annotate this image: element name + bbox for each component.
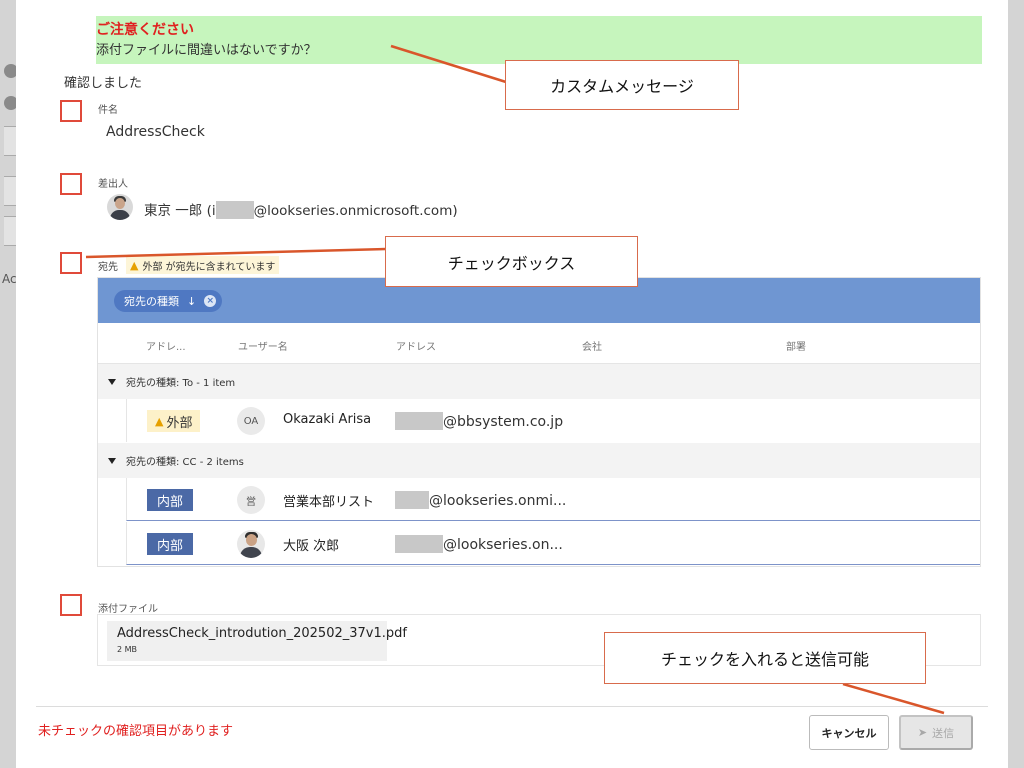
send-button[interactable]: ➤ 送信	[899, 715, 973, 750]
collapse-triangle-icon[interactable]	[108, 378, 116, 385]
recipient-name: 営業本部リスト	[283, 495, 375, 510]
recipient-address: @lookseries.onmi...	[395, 491, 566, 509]
masked-text	[395, 535, 443, 553]
callout-checkbox: チェックボックス	[385, 236, 638, 287]
sender-name: 東京 一郎 (i	[144, 203, 216, 219]
column-header-company[interactable]: 会社	[582, 338, 602, 353]
warning-message: 添付ファイルに間違いはないですか？	[96, 43, 317, 58]
avatar-head	[115, 198, 125, 209]
confirmed-label: 確認しました	[64, 76, 143, 91]
column-header-username[interactable]: ユーザー名	[238, 338, 288, 353]
recipient-address-suffix: @bbsystem.co.jp	[443, 414, 564, 430]
avatar-body	[240, 547, 262, 558]
column-header-address[interactable]: アドレス	[396, 338, 436, 353]
recipients-header: 宛先 ▲ 外部 が宛先に含まれています	[98, 256, 280, 274]
subject-value: AddressCheck	[106, 124, 205, 140]
callout-send-enabled: チェックを入れると送信可能	[604, 632, 926, 684]
table-row[interactable]: 内部 営 営業本部リスト @lookseries.onmi...	[126, 478, 980, 521]
recipient-name: Okazaki Arisa	[283, 412, 372, 427]
warning-triangle-icon: ▲	[130, 258, 139, 272]
avatar-body	[110, 210, 130, 220]
group-by-chip-label: 宛先の種類	[124, 295, 179, 308]
attachment-file-chip[interactable]: AddressCheck_introdution_202502_37v1.pdf…	[107, 621, 407, 661]
sender-checkbox[interactable]	[60, 173, 82, 195]
recipients-table: 宛先の種類 ↓ × アドレ... ユーザー名 アドレス 会社 部署 宛先の種類:…	[97, 277, 981, 567]
send-arrow-icon: ➤	[917, 727, 928, 739]
recipients-label: 宛先	[98, 261, 118, 273]
remove-group-icon[interactable]: ×	[204, 295, 217, 307]
recipients-checkbox[interactable]	[60, 252, 82, 274]
avatar-head	[246, 534, 257, 546]
background-app-right	[1008, 0, 1024, 768]
group-by-chip[interactable]: 宛先の種類 ↓ ×	[114, 290, 223, 312]
badge-label: 内部	[157, 538, 184, 554]
attachments-label: 添付ファイル	[98, 604, 158, 615]
column-header-type[interactable]: アドレ...	[146, 338, 186, 353]
recipient-name: 大阪 次郎	[283, 539, 340, 554]
sender-avatar	[107, 194, 133, 220]
masked-text	[395, 491, 429, 509]
background-text: Ac	[2, 272, 17, 286]
subject-checkbox[interactable]	[60, 100, 82, 122]
warning-triangle-icon: ▲	[155, 414, 164, 428]
table-row[interactable]: ▲ 外部 OA Okazaki Arisa @bbsystem.co.jp	[126, 399, 980, 442]
attachment-file-name: AddressCheck_introdution_202502_37v1.pdf	[117, 626, 407, 641]
sender-email: @lookseries.onmicrosoft.com)	[253, 203, 458, 219]
attachment-file-size: 2 MB	[117, 645, 138, 654]
subject-label: 件名	[98, 105, 118, 116]
masked-text	[395, 412, 443, 430]
send-button-label: 送信	[932, 727, 955, 740]
external-badge: ▲ 外部	[147, 410, 201, 432]
masked-text	[215, 201, 254, 219]
recipient-address-suffix: @lookseries.on...	[443, 537, 563, 553]
external-warning-chip: ▲ 外部 が宛先に含まれています	[126, 256, 280, 274]
unchecked-items-message: 未チェックの確認項目があります	[38, 724, 234, 739]
initials-avatar: OA	[237, 407, 265, 435]
recipient-address: @lookseries.on...	[395, 535, 563, 553]
internal-badge: 内部	[147, 489, 194, 511]
group-row-to[interactable]: 宛先の種類: To - 1 item	[98, 364, 980, 399]
internal-badge: 内部	[147, 533, 194, 555]
cancel-button[interactable]: キャンセル	[809, 715, 889, 750]
footer-divider	[36, 706, 988, 707]
warning-title: ご注意ください	[96, 22, 194, 38]
table-row[interactable]: 内部 大阪 次郎 @lookseries.on...	[126, 522, 980, 565]
initials-avatar: 営	[237, 486, 265, 514]
group-label: 宛先の種類: CC - 2 items	[126, 457, 244, 468]
recipient-avatar	[237, 530, 265, 558]
group-label: 宛先の種類: To - 1 item	[126, 378, 236, 389]
attachments-checkbox[interactable]	[60, 594, 82, 616]
group-row-cc[interactable]: 宛先の種類: CC - 2 items	[98, 443, 980, 478]
recipient-address: @bbsystem.co.jp	[395, 412, 563, 430]
recipient-address-suffix: @lookseries.onmi...	[429, 493, 567, 509]
column-header-department[interactable]: 部署	[786, 338, 806, 353]
badge-label: 外部	[166, 415, 193, 431]
custom-warning-banner: ご注意ください 添付ファイルに間違いはないですか？	[96, 16, 982, 64]
callout-custom-message: カスタムメッセージ	[505, 60, 739, 110]
sender-label: 差出人	[98, 179, 128, 190]
sort-down-icon[interactable]: ↓	[187, 295, 196, 308]
external-warning-text: 外部 が宛先に含まれています	[142, 261, 276, 273]
collapse-triangle-icon[interactable]	[108, 457, 116, 464]
badge-label: 内部	[157, 494, 184, 510]
sender-value: 東京 一郎 (i @lookseries.onmicrosoft.com)	[144, 199, 458, 219]
